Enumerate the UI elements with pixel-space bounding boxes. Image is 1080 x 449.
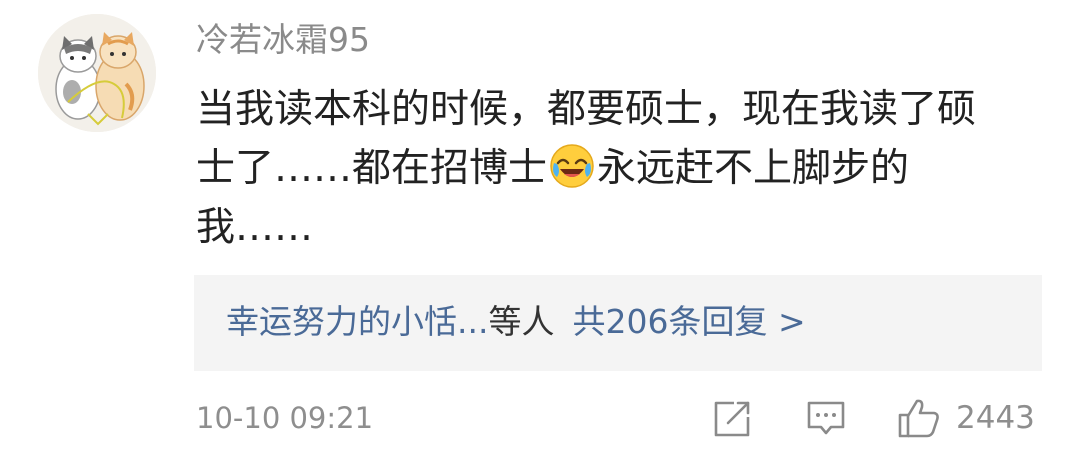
comment-line-with-emoji: 士了……都在招博士 永远赶不上脚步的 <box>196 139 1056 198</box>
comment-text: 当我读本科的时候，都要硕士，现在我读了硕 士了……都在招博士 永远赶不上脚步的 … <box>196 80 1056 257</box>
share-button[interactable] <box>710 397 754 439</box>
timestamp: 10-10 09:21 <box>196 401 374 435</box>
thumbs-up-icon <box>898 399 939 438</box>
laughing-crying-face-icon <box>549 143 595 189</box>
reply-user-names[interactable]: 幸运努力的小恬... <box>226 302 488 341</box>
comment-button[interactable] <box>804 397 848 439</box>
like-button[interactable]: 2443 <box>896 397 1046 439</box>
comment-segment: 永远赶不上脚步的 <box>597 146 910 191</box>
cat-avatar-icon <box>38 14 156 132</box>
replies-preview[interactable]: 幸运努力的小恬...等人 共206条回复 > <box>194 275 1042 371</box>
reply-count-link[interactable]: 共206条回复 > <box>572 302 805 341</box>
comment-line: 我…… <box>196 205 314 250</box>
avatar[interactable] <box>38 14 156 132</box>
username[interactable]: 冷若冰霜95 <box>196 18 370 62</box>
like-count: 2443 <box>956 400 1035 436</box>
comment-line: 当我读本科的时候，都要硕士，现在我读了硕 <box>196 87 977 132</box>
reply-connector: 等人 <box>488 302 555 341</box>
comment-icon <box>807 401 845 435</box>
share-icon <box>714 401 750 437</box>
replies-summary[interactable]: 幸运努力的小恬...等人 共206条回复 > <box>226 299 806 345</box>
comment-segment: 士了……都在招博士 <box>196 146 548 191</box>
